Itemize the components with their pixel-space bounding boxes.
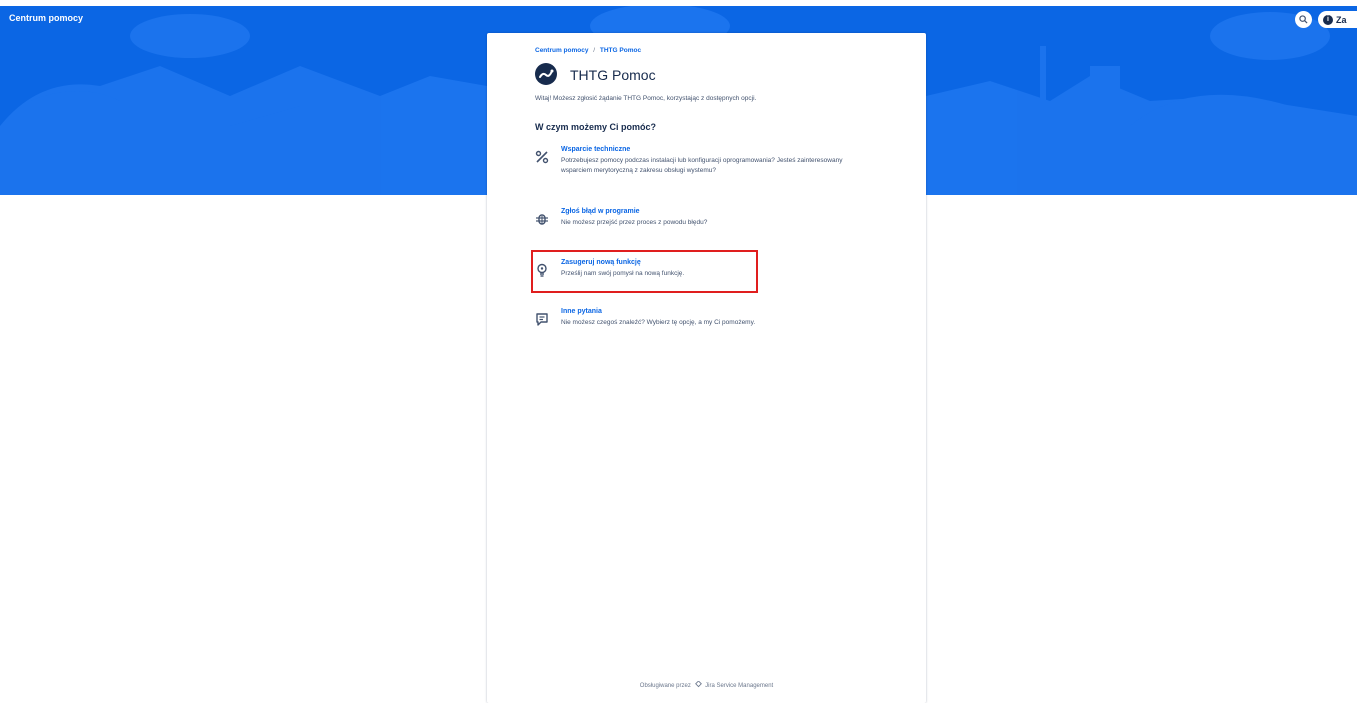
option-title[interactable]: Inne pytania <box>561 308 602 315</box>
login-label: Za <box>1336 14 1347 25</box>
option-report-bug[interactable]: Zgłoś błąd w programie Nie możesz przejś… <box>535 208 865 232</box>
trend-icon <box>539 69 554 78</box>
powered-by-text: Obsługiwane przez <box>639 683 691 689</box>
option-description: Potrzebujesz pomocy podczas instalacji l… <box>561 157 843 174</box>
option-technical-support[interactable]: Wsparcie techniczne Potrzebujesz pomocy … <box>535 146 865 180</box>
footer: Obsługiwane przez Jira Service Managemen… <box>487 680 926 689</box>
chat-icon <box>536 313 548 326</box>
brand-title[interactable]: Centrum pomocy <box>9 13 83 23</box>
breadcrumb-root[interactable]: Centrum pomocy <box>535 47 588 54</box>
option-other-questions[interactable]: Inne pytania Nie możesz czegoś znaleźć? … <box>535 308 865 332</box>
jira-logo-icon <box>694 680 702 688</box>
product-name[interactable]: Jira Service Management <box>705 683 773 689</box>
option-description: Nie możesz czegoś znaleźć? Wybierz tę op… <box>561 319 756 326</box>
welcome-text: Witaj! Możesz zgłosić żądanie THTG Pomoc… <box>535 95 757 102</box>
breadcrumb-separator: / <box>593 47 596 54</box>
bug-icon <box>536 214 548 225</box>
login-button[interactable]: i Za <box>1318 11 1357 28</box>
breadcrumb: Centrum pomocy / THTG Pomoc <box>535 47 641 54</box>
search-button[interactable] <box>1295 11 1312 28</box>
search-icon <box>1299 15 1308 24</box>
portal-card: Centrum pomocy / THTG Pomoc THTG Pomoc W… <box>487 33 926 703</box>
option-title[interactable]: Wsparcie techniczne <box>561 146 630 153</box>
info-icon: i <box>1323 14 1333 25</box>
help-question: W czym możemy Ci pomóc? <box>535 122 657 132</box>
project-title: THTG Pomoc <box>570 67 656 83</box>
breadcrumb-current[interactable]: THTG Pomoc <box>600 47 641 54</box>
option-description: Nie możesz przejść przez proces z powodu… <box>561 219 708 226</box>
option-title[interactable]: Zgłoś błąd w programie <box>561 208 640 215</box>
tools-icon <box>535 150 549 164</box>
highlight-box <box>531 250 758 293</box>
project-logo <box>535 63 557 85</box>
